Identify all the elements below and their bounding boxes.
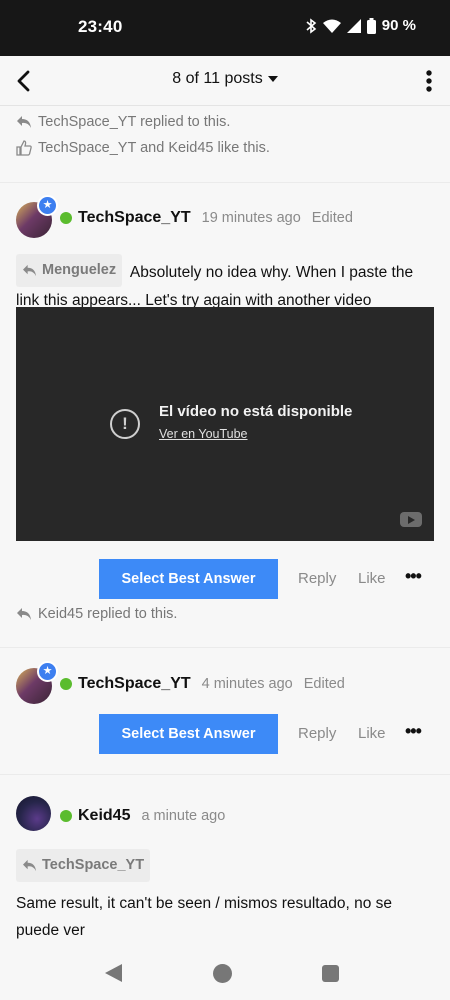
reply-button[interactable]: Reply	[298, 725, 336, 742]
posts-navigator-label: 8 of 11 posts	[172, 70, 263, 87]
alert-icon: !	[110, 409, 140, 439]
avatar-image	[16, 796, 51, 831]
select-best-answer-button[interactable]: Select Best Answer	[99, 714, 278, 754]
bluetooth-icon	[306, 17, 317, 34]
video-embed[interactable]: ! El vídeo no está disponible Ver en You…	[16, 307, 434, 541]
nav-home-icon[interactable]	[213, 964, 232, 983]
post-time[interactable]: a minute ago	[141, 808, 225, 824]
nav-back-icon[interactable]	[105, 964, 122, 982]
post-text: Same result, it can't be seen / mismos r…	[16, 895, 392, 939]
likes-text: TechSpace_YT and Keid45 like this.	[38, 140, 270, 156]
online-status-icon	[60, 212, 72, 224]
username[interactable]: Keid45	[78, 807, 130, 825]
like-button[interactable]: Like	[358, 725, 386, 742]
caret-down-icon	[267, 75, 278, 82]
reply-button[interactable]: Reply	[298, 570, 336, 587]
more-options-button[interactable]: •••	[405, 721, 422, 742]
battery-level: 90 %	[381, 17, 416, 34]
thumbs-up-icon	[16, 140, 32, 156]
replied-info[interactable]: TechSpace_YT replied to this.	[16, 114, 230, 130]
signal-icon	[346, 18, 361, 33]
posts-navigator[interactable]: 8 of 11 posts	[0, 70, 450, 88]
avatar[interactable]: ★	[16, 195, 58, 238]
topbar: 8 of 11 posts	[0, 56, 450, 106]
post-header: ★ TechSpace_YT 4 minutes ago Edited	[16, 661, 345, 704]
youtube-icon[interactable]	[400, 512, 422, 527]
reply-icon	[23, 264, 36, 277]
post-divider	[0, 647, 450, 648]
post-actions: Select Best Answer Reply Like •••	[0, 714, 450, 754]
replied-text: Keid45 replied to this.	[38, 606, 178, 622]
reply-icon	[23, 859, 36, 872]
quote-user: TechSpace_YT	[42, 857, 145, 873]
online-status-icon	[60, 678, 72, 690]
like-button[interactable]: Like	[358, 570, 386, 587]
star-badge-icon: ★	[37, 195, 58, 216]
post-time[interactable]: 19 minutes ago	[202, 210, 301, 226]
likes-info[interactable]: TechSpace_YT and Keid45 like this.	[16, 140, 270, 156]
video-unavailable-title: El vídeo no está disponible	[159, 403, 353, 420]
wifi-icon	[322, 19, 341, 33]
replied-info[interactable]: Keid45 replied to this.	[16, 606, 177, 622]
post-actions: Select Best Answer Reply Like •••	[0, 559, 450, 599]
system-nav-bar	[0, 948, 450, 1000]
avatar[interactable]	[16, 796, 56, 836]
reply-icon	[17, 116, 31, 128]
replied-text: TechSpace_YT replied to this.	[38, 114, 231, 130]
post-header: Keid45 a minute ago	[16, 796, 225, 836]
post-divider	[0, 182, 450, 183]
quote-user: Menguelez	[42, 262, 117, 278]
avatar[interactable]: ★	[16, 661, 58, 704]
online-status-icon	[60, 810, 72, 822]
quote-mention[interactable]: Menguelez	[16, 254, 123, 287]
post-body: Menguelez Absolutely no idea why. When I…	[16, 254, 436, 314]
username[interactable]: TechSpace_YT	[78, 675, 191, 693]
status-time: 23:40	[78, 17, 123, 36]
status-bar: 23:40 90 %	[0, 0, 450, 56]
watch-on-youtube-link[interactable]: Ver en YouTube	[159, 427, 248, 441]
edited-label[interactable]: Edited	[312, 210, 353, 226]
edited-label[interactable]: Edited	[304, 676, 345, 692]
nav-recents-icon[interactable]	[322, 965, 339, 982]
post-quote-row: TechSpace_YT	[16, 849, 436, 882]
star-badge-icon: ★	[37, 661, 58, 682]
status-icons: 90 %	[305, 17, 416, 34]
more-vertical-icon[interactable]	[425, 69, 433, 93]
username[interactable]: TechSpace_YT	[78, 209, 191, 227]
post-time[interactable]: 4 minutes ago	[202, 676, 293, 692]
select-best-answer-button[interactable]: Select Best Answer	[99, 559, 278, 599]
post-divider	[0, 774, 450, 775]
reply-icon	[17, 608, 31, 620]
battery-icon	[366, 17, 376, 34]
more-options-button[interactable]: •••	[405, 566, 422, 587]
quote-mention[interactable]: TechSpace_YT	[16, 849, 151, 882]
post-header: ★ TechSpace_YT 19 minutes ago Edited	[16, 195, 353, 238]
